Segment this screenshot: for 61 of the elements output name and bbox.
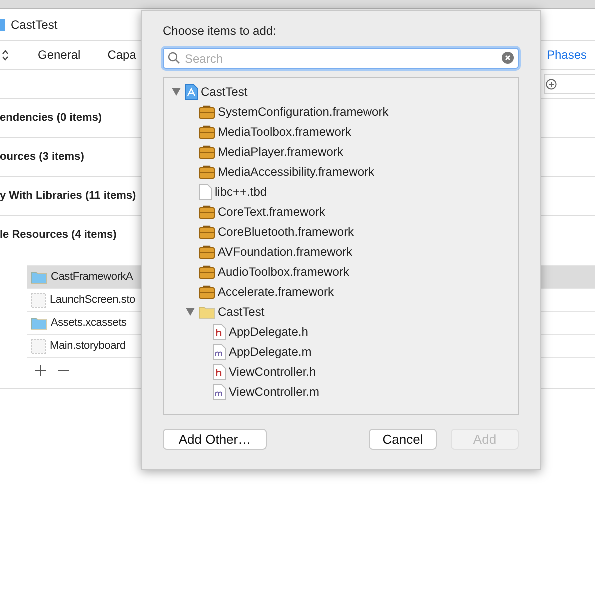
- section-title[interactable]: y With Libraries (11 items): [0, 190, 136, 202]
- briefcase-icon: [199, 125, 215, 139]
- add-circle-icon[interactable]: [546, 78, 557, 90]
- briefcase-icon: [199, 225, 215, 239]
- tree-item-label[interactable]: libc++.tbd: [215, 185, 268, 199]
- search-field[interactable]: Search: [163, 48, 519, 69]
- file-icon: [31, 292, 46, 308]
- clear-icon[interactable]: [502, 52, 514, 64]
- dialog-button[interactable]: Cancel: [369, 429, 437, 450]
- add-icon[interactable]: [35, 364, 46, 376]
- header-file-icon: [213, 364, 226, 380]
- briefcase-icon: [199, 145, 215, 159]
- file-icon: [31, 338, 46, 354]
- tree-item-label[interactable]: SystemConfiguration.framework: [218, 105, 389, 119]
- briefcase-icon: [199, 245, 215, 259]
- dialog-button[interactable]: Add Other…: [163, 429, 267, 450]
- project-icon: [0, 18, 5, 30]
- briefcase-icon: [199, 265, 215, 279]
- disclosure-triangle-icon[interactable]: [186, 308, 194, 316]
- folder-icon: [31, 316, 47, 330]
- resource-name: Main.storyboard: [50, 340, 126, 352]
- tree-item-label[interactable]: ViewController.m: [229, 385, 320, 399]
- project-icon: [185, 84, 198, 100]
- tree-item-label[interactable]: CastTest: [201, 85, 248, 99]
- resource-name: CastFrameworkA: [51, 271, 134, 283]
- section-title[interactable]: ources (3 items): [0, 151, 84, 163]
- document-icon: [199, 184, 212, 200]
- stepper-icon[interactable]: [2, 50, 9, 60]
- tree-item-label[interactable]: MediaAccessibility.framework: [218, 165, 374, 179]
- briefcase-icon: [199, 105, 215, 119]
- tree-item-label[interactable]: CastTest: [218, 305, 265, 319]
- tree-item-label[interactable]: MediaPlayer.framework: [218, 145, 344, 159]
- tree-item-label[interactable]: AVFoundation.framework: [218, 245, 353, 259]
- tree-item-label[interactable]: Accelerate.framework: [218, 285, 334, 299]
- tree-item-label[interactable]: MediaToolbox.framework: [218, 125, 352, 139]
- section-title[interactable]: le Resources (4 items): [0, 229, 117, 241]
- folder-icon: [31, 270, 47, 284]
- resource-name: LaunchScreen.sto: [50, 294, 136, 306]
- tree-item-label[interactable]: AudioToolbox.framework: [218, 265, 350, 279]
- section-title[interactable]: endencies (0 items): [0, 112, 102, 124]
- tab[interactable]: General: [38, 48, 81, 62]
- briefcase-icon: [199, 165, 215, 179]
- tab[interactable]: Phases: [546, 48, 587, 62]
- tree-item-label[interactable]: ViewController.h: [229, 365, 316, 379]
- briefcase-icon: [199, 285, 215, 299]
- search-icon: [168, 52, 180, 64]
- tree-item-label[interactable]: CoreBluetooth.framework: [218, 225, 354, 239]
- filter-field[interactable]: [544, 74, 595, 94]
- source-file-icon: [213, 344, 226, 360]
- folder-icon: [199, 306, 215, 318]
- tab[interactable]: Capa: [108, 48, 136, 62]
- sheet-prompt: Choose items to add:: [163, 24, 278, 40]
- source-file-icon: [213, 384, 226, 400]
- disclosure-triangle-icon[interactable]: [172, 88, 180, 96]
- tree-item-label[interactable]: AppDelegate.m: [229, 345, 312, 359]
- briefcase-icon: [199, 205, 215, 219]
- resource-name: Assets.xcassets: [51, 317, 127, 329]
- header-file-icon: [213, 324, 226, 340]
- project-title: CastTest: [11, 18, 58, 32]
- tree-item-label[interactable]: AppDelegate.h: [229, 325, 308, 339]
- tree-item-label[interactable]: CoreText.framework: [218, 205, 326, 219]
